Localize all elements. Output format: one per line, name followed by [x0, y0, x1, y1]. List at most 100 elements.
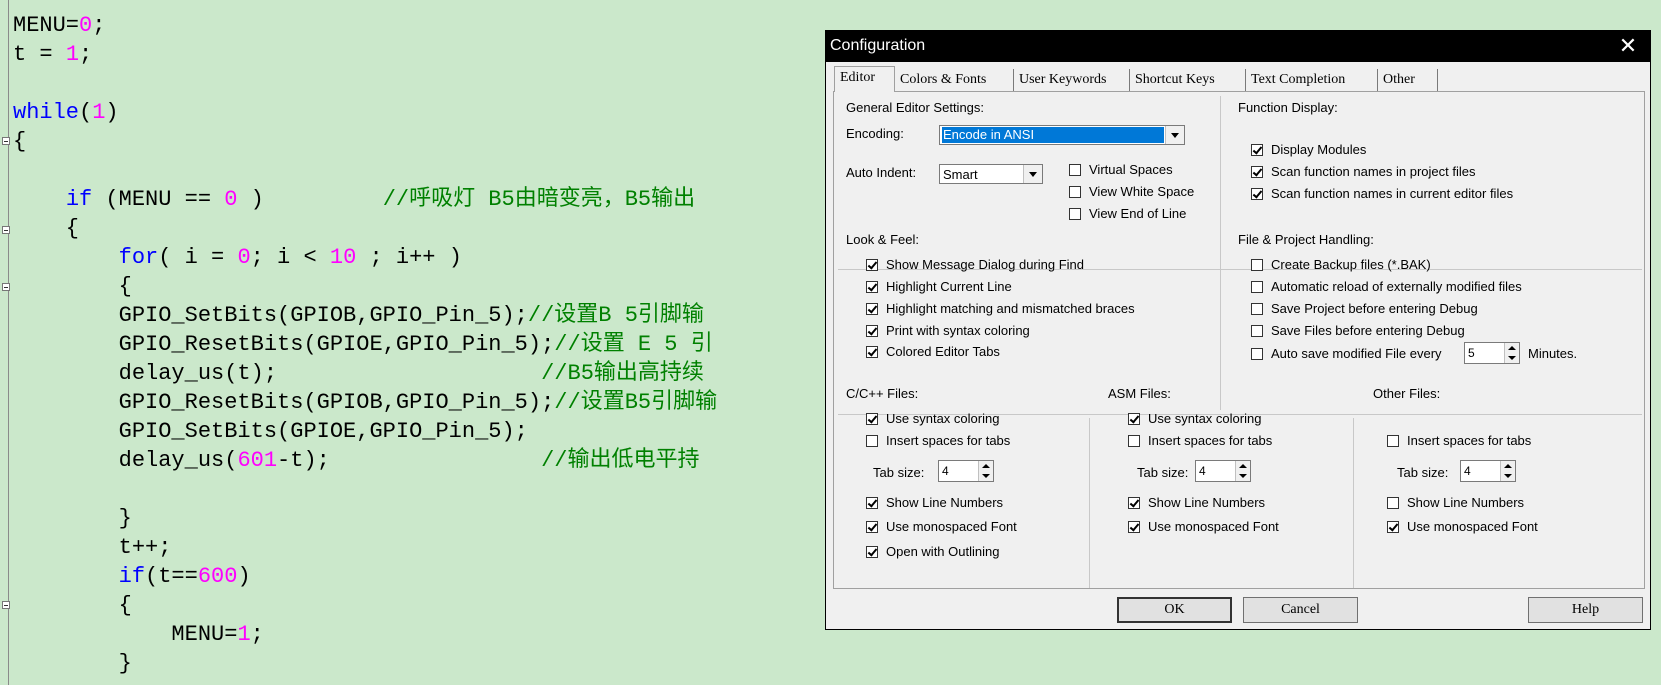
spin-down-icon[interactable] [1235, 471, 1250, 481]
fold-toggle[interactable] [2, 283, 10, 291]
create-backup-checkbox[interactable]: Create Backup files (*.BAK) [1251, 257, 1431, 272]
checkbox-box[interactable] [1251, 258, 1263, 271]
spin-down-icon[interactable] [1504, 353, 1519, 363]
other-monospaced-checkbox[interactable]: Use monospaced Font [1387, 519, 1538, 534]
checkbox-box[interactable] [866, 496, 878, 509]
save-project-debug-checkbox[interactable]: Save Project before entering Debug [1251, 301, 1478, 316]
checkbox-box[interactable] [1251, 347, 1263, 360]
checkbox-box[interactable] [866, 258, 878, 271]
fold-toggle[interactable] [2, 226, 10, 234]
tab-other[interactable]: Other [1378, 69, 1438, 91]
asm-syntax-coloring-checkbox[interactable]: Use syntax coloring [1128, 411, 1261, 426]
spin-up-icon[interactable] [1504, 343, 1519, 353]
checkbox-box[interactable] [866, 280, 878, 293]
title-bar[interactable]: Configuration ✕ [826, 31, 1650, 62]
auto-reload-checkbox[interactable]: Automatic reload of externally modified … [1251, 279, 1522, 294]
checkbox-box[interactable] [866, 434, 878, 447]
other-tab-size-stepper[interactable]: 4 [1460, 460, 1516, 482]
chevron-down-icon[interactable] [1165, 126, 1184, 144]
cpp-insert-spaces-checkbox[interactable]: Insert spaces for tabs [866, 433, 1010, 448]
checkbox-box[interactable] [1251, 165, 1263, 178]
checkbox-box[interactable] [866, 345, 878, 358]
asm-tab-size-value: 4 [1199, 464, 1206, 478]
help-button[interactable]: Help [1528, 597, 1643, 623]
encoding-select[interactable]: Encode in ANSI [939, 125, 1185, 145]
checkbox-box[interactable] [866, 412, 878, 425]
show-message-dialog-checkbox[interactable]: Show Message Dialog during Find [866, 257, 1084, 272]
checkbox-box[interactable] [1251, 187, 1263, 200]
code-token: ; [250, 622, 264, 647]
cpp-syntax-coloring-checkbox[interactable]: Use syntax coloring [866, 411, 999, 426]
checkbox-box[interactable] [1251, 143, 1263, 156]
checkbox-box[interactable] [1387, 434, 1399, 447]
tab-text-completion[interactable]: Text Completion [1246, 69, 1378, 91]
auto-save-interval-stepper[interactable]: 5 [1464, 342, 1520, 364]
chevron-down-icon[interactable] [1023, 165, 1042, 183]
virtual-spaces-checkbox[interactable]: Virtual Spaces [1069, 162, 1173, 177]
auto-indent-select[interactable]: Smart [939, 164, 1043, 184]
other-line-numbers-checkbox[interactable]: Show Line Numbers [1387, 495, 1524, 510]
checkbox-box[interactable] [1251, 280, 1263, 293]
checkbox-box[interactable] [1069, 207, 1081, 220]
asm-insert-spaces-checkbox[interactable]: Insert spaces for tabs [1128, 433, 1272, 448]
tab-colors-fonts[interactable]: Colors & Fonts [895, 69, 1014, 91]
spin-down-icon[interactable] [1500, 471, 1515, 481]
checkbox-box[interactable] [866, 324, 878, 337]
comment-token: //呼吸灯 B5由暗变亮，B5输出 [382, 187, 696, 212]
checkbox-box[interactable] [866, 302, 878, 315]
checkbox-box[interactable] [1387, 520, 1399, 533]
view-white-space-checkbox[interactable]: View White Space [1069, 184, 1194, 199]
highlight-braces-checkbox[interactable]: Highlight matching and mismatched braces [866, 301, 1135, 316]
number-token: 601 [237, 448, 278, 473]
auto-save-checkbox[interactable]: Auto save modified File every [1251, 346, 1442, 361]
cpp-monospaced-checkbox[interactable]: Use monospaced Font [866, 519, 1017, 534]
view-end-of-line-checkbox[interactable]: View End of Line [1069, 206, 1186, 221]
highlight-current-line-checkbox[interactable]: Highlight Current Line [866, 279, 1012, 294]
asm-tab-size-stepper[interactable]: 4 [1195, 460, 1251, 482]
save-files-debug-checkbox[interactable]: Save Files before entering Debug [1251, 323, 1465, 338]
tab-user-keywords[interactable]: User Keywords [1014, 69, 1130, 91]
code-token: t++; [13, 535, 172, 560]
keyword-token: while [13, 100, 80, 125]
fold-toggle[interactable] [2, 137, 10, 145]
tab-editor[interactable]: Editor [834, 66, 895, 92]
spin-up-icon[interactable] [978, 461, 993, 471]
display-modules-checkbox[interactable]: Display Modules [1251, 142, 1366, 157]
spin-up-icon[interactable] [1235, 461, 1250, 471]
scan-project-checkbox[interactable]: Scan function names in project files [1251, 164, 1476, 179]
checkbox-box[interactable] [1128, 496, 1140, 509]
checkbox-label: Display Modules [1271, 142, 1367, 157]
checkbox-label: Save Project before entering Debug [1271, 301, 1478, 316]
cancel-button[interactable]: Cancel [1243, 597, 1358, 623]
cpp-tab-size-stepper[interactable]: 4 [938, 460, 994, 482]
close-button[interactable]: ✕ [1606, 31, 1650, 62]
fold-toggle[interactable] [2, 601, 10, 609]
ok-button[interactable]: OK [1117, 597, 1232, 623]
cpp-tab-size-value: 4 [942, 464, 949, 478]
checkbox-box[interactable] [1069, 163, 1081, 176]
colored-editor-tabs-checkbox[interactable]: Colored Editor Tabs [866, 344, 1000, 359]
other-insert-spaces-checkbox[interactable]: Insert spaces for tabs [1387, 433, 1531, 448]
asm-monospaced-checkbox[interactable]: Use monospaced Font [1128, 519, 1279, 534]
scan-editor-checkbox[interactable]: Scan function names in current editor fi… [1251, 186, 1513, 201]
checkbox-box[interactable] [1128, 520, 1140, 533]
cpp-outlining-checkbox[interactable]: Open with Outlining [866, 544, 999, 559]
checkbox-box[interactable] [1128, 412, 1140, 425]
cpp-line-numbers-checkbox[interactable]: Show Line Numbers [866, 495, 1003, 510]
print-syntax-coloring-checkbox[interactable]: Print with syntax coloring [866, 323, 1030, 338]
checkbox-box[interactable] [866, 520, 878, 533]
checkbox-box[interactable] [1251, 302, 1263, 315]
code-token: { [13, 274, 132, 299]
checkbox-box[interactable] [1387, 496, 1399, 509]
spin-down-icon[interactable] [978, 471, 993, 481]
spin-up-icon[interactable] [1500, 461, 1515, 471]
number-token: 0 [224, 187, 238, 212]
checkbox-box[interactable] [1128, 434, 1140, 447]
checkbox-box[interactable] [866, 545, 878, 558]
checkbox-box[interactable] [1069, 185, 1081, 198]
tab-shortcut-keys[interactable]: Shortcut Keys [1130, 69, 1246, 91]
asm-line-numbers-checkbox[interactable]: Show Line Numbers [1128, 495, 1265, 510]
checkbox-box[interactable] [1251, 324, 1263, 337]
